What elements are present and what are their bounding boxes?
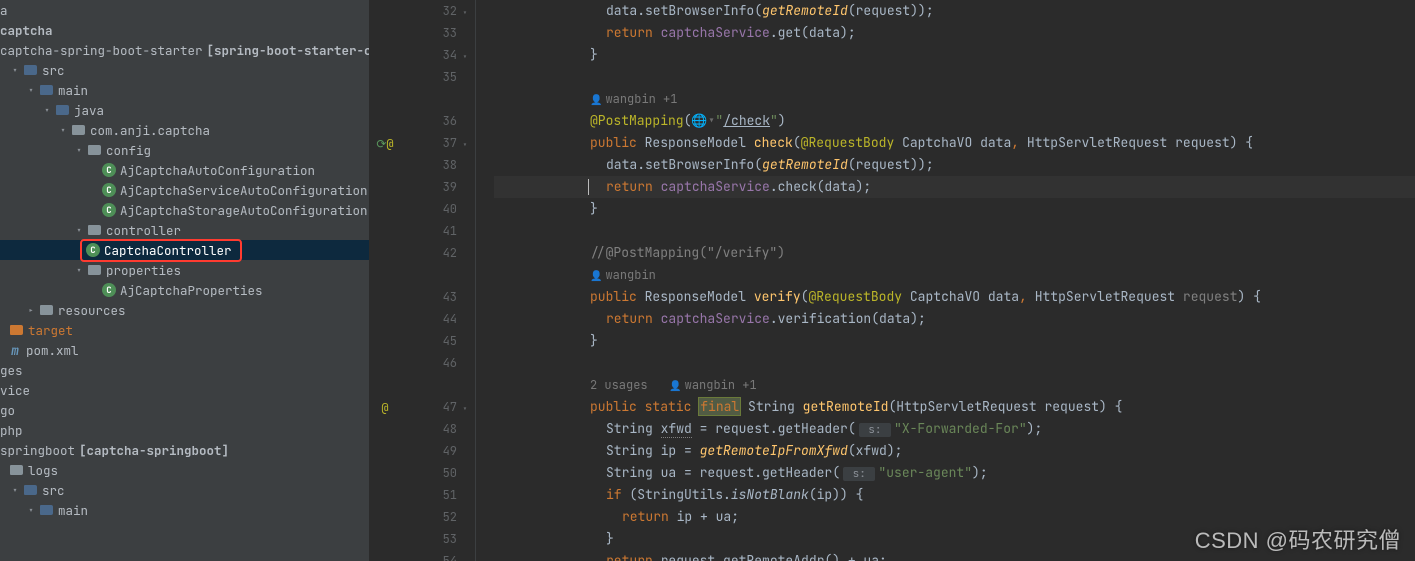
chevron-down-icon[interactable]: ▾ xyxy=(72,264,86,277)
chevron-down-icon[interactable]: ▾ xyxy=(24,504,38,517)
maven-icon: m xyxy=(8,343,22,357)
chevron-down-icon[interactable]: ▾ xyxy=(8,484,22,497)
code-editor[interactable]: ⟳@@ 323334353637383940414243444546474849… xyxy=(370,0,1415,561)
chevron-down-icon[interactable]: ▾ xyxy=(72,224,86,237)
tree-item-target[interactable]: target xyxy=(0,320,369,340)
tree-item[interactable]: C AjCaptchaProperties xyxy=(0,280,369,300)
chevron-down-icon[interactable]: ▾ xyxy=(8,64,22,77)
gutter[interactable]: 3233343536373839404142434445464748495051… xyxy=(400,0,476,561)
tree-item-captcha-controller[interactable]: C CaptchaController xyxy=(0,240,369,260)
chevron-right-icon[interactable]: ▸ xyxy=(24,304,38,317)
folder-icon xyxy=(8,462,24,478)
code-area[interactable]: data.setBrowserInfo(getRemoteId(request)… xyxy=(476,0,1415,561)
class-icon: C xyxy=(102,183,116,197)
project-tree[interactable]: a captcha captcha-spring-boot-starter [s… xyxy=(0,0,370,561)
package-icon xyxy=(86,222,102,238)
folder-icon xyxy=(22,62,38,78)
package-icon xyxy=(70,122,86,138)
tree-item-java[interactable]: ▾ java xyxy=(0,100,369,120)
folder-icon xyxy=(8,322,24,338)
tree-item[interactable]: php xyxy=(0,420,369,440)
folder-icon xyxy=(38,502,54,518)
tree-item-main[interactable]: ▾ main xyxy=(0,80,369,100)
tree-item[interactable]: C AjCaptchaServiceAutoConfiguration xyxy=(0,180,369,200)
class-icon: C xyxy=(86,243,100,257)
tree-item-pom[interactable]: m pom.xml xyxy=(0,340,369,360)
class-icon: C xyxy=(102,283,116,297)
folder-icon xyxy=(54,102,70,118)
tree-item-src[interactable]: ▾ src xyxy=(0,60,369,80)
class-icon: C xyxy=(102,203,116,217)
tree-item[interactable]: C AjCaptchaStorageAutoConfiguration xyxy=(0,200,369,220)
class-icon: C xyxy=(102,163,116,177)
folder-icon xyxy=(38,302,54,318)
tree-item[interactable]: a xyxy=(0,0,369,20)
tree-item-captcha[interactable]: captcha xyxy=(0,20,369,40)
tree-item[interactable]: logs xyxy=(0,460,369,480)
chevron-down-icon[interactable]: ▾ xyxy=(72,144,86,157)
tree-item[interactable]: ▾ src xyxy=(0,480,369,500)
tree-item-properties[interactable]: ▾ properties xyxy=(0,260,369,280)
package-icon xyxy=(86,142,102,158)
tree-item-starter[interactable]: captcha-spring-boot-starter [spring-boot… xyxy=(0,40,369,60)
package-icon xyxy=(86,262,102,278)
chevron-down-icon[interactable]: ▾ xyxy=(40,104,54,117)
folder-icon xyxy=(22,482,38,498)
tree-item-config[interactable]: ▾ config xyxy=(0,140,369,160)
tree-item[interactable]: go xyxy=(0,400,369,420)
tree-item-springboot[interactable]: springboot [captcha-springboot] xyxy=(0,440,369,460)
folder-icon xyxy=(38,82,54,98)
chevron-down-icon[interactable]: ▾ xyxy=(56,124,70,137)
tree-item[interactable]: ▾ main xyxy=(0,500,369,520)
chevron-down-icon[interactable]: ▾ xyxy=(24,84,38,97)
tree-item-resources[interactable]: ▸ resources xyxy=(0,300,369,320)
tree-item[interactable]: C AjCaptchaAutoConfiguration xyxy=(0,160,369,180)
tree-item[interactable]: vice xyxy=(0,380,369,400)
tree-item-package[interactable]: ▾ com.anji.captcha xyxy=(0,120,369,140)
tree-item[interactable]: ges xyxy=(0,360,369,380)
tree-item-controller[interactable]: ▾ controller xyxy=(0,220,369,240)
